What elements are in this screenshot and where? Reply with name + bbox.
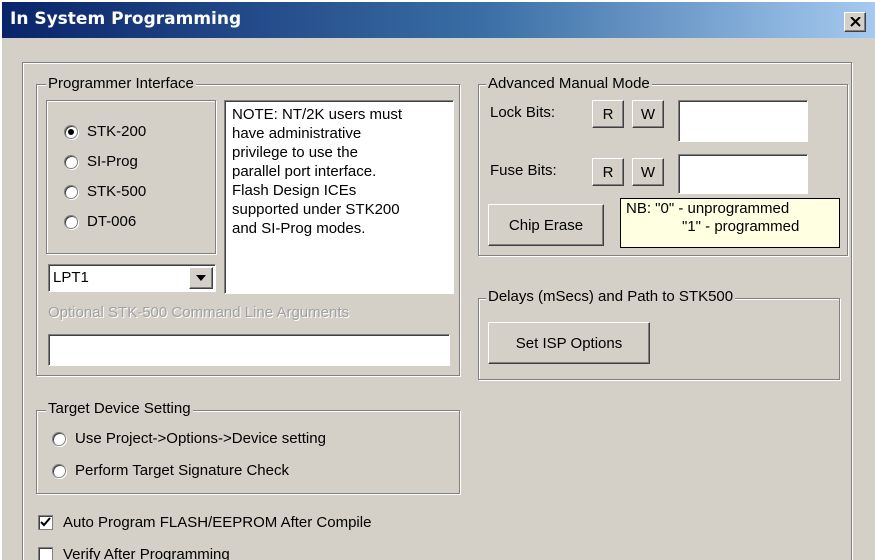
bit-meaning-line: "1" - programmed bbox=[682, 218, 800, 235]
checkbox-label: Auto Program FLASH/EEPROM After Compile bbox=[63, 514, 372, 531]
note-line: and SI-Prog modes. bbox=[232, 220, 366, 237]
bit-meaning-note: NB: "0" - unprogrammed "1" - programmed bbox=[620, 198, 840, 248]
radio-button[interactable] bbox=[64, 214, 78, 229]
checkbox[interactable] bbox=[38, 547, 53, 560]
window-title: In System Programming bbox=[10, 9, 242, 29]
lock-bits-write-button[interactable]: W bbox=[632, 100, 664, 128]
stk500-args-label: Optional STK-500 Command Line Arguments bbox=[48, 304, 349, 321]
radio-label: STK-200 bbox=[87, 123, 147, 140]
close-button[interactable] bbox=[844, 12, 866, 32]
port-select[interactable]: LPT1 bbox=[48, 264, 216, 292]
isp-dialog: In System Programming Programmer Interfa… bbox=[0, 0, 875, 560]
chip-erase-button[interactable]: Chip Erase bbox=[488, 204, 604, 246]
checkbox-auto-program[interactable]: Auto Program FLASH/EEPROM After Compile bbox=[38, 514, 371, 531]
programmer-interface-legend: Programmer Interface bbox=[46, 75, 196, 93]
title-bar[interactable]: In System Programming bbox=[2, 2, 875, 38]
target-device-group bbox=[36, 410, 460, 494]
close-icon bbox=[850, 17, 861, 27]
radio-use-project-device[interactable]: Use Project->Options->Device setting bbox=[52, 430, 326, 447]
radio-button[interactable] bbox=[52, 463, 66, 478]
radio-label: Perform Target Signature Check bbox=[75, 462, 289, 479]
radio-stk200[interactable]: STK-200 bbox=[64, 123, 146, 140]
radio-label: SI-Prog bbox=[87, 153, 138, 170]
radio-button[interactable] bbox=[64, 154, 78, 169]
lock-bits-input[interactable] bbox=[678, 100, 808, 142]
note-line: Flash Design ICEs bbox=[232, 182, 357, 199]
bit-meaning-line: NB: "0" - unprogrammed bbox=[626, 200, 790, 217]
fuse-bits-read-button[interactable]: R bbox=[592, 158, 624, 186]
port-dropdown-button[interactable] bbox=[189, 267, 213, 289]
lock-bits-label: Lock Bits: bbox=[490, 104, 556, 121]
radio-si-prog[interactable]: SI-Prog bbox=[64, 153, 138, 170]
radio-button[interactable] bbox=[64, 124, 78, 139]
note-line: parallel port interface. bbox=[232, 163, 377, 180]
radio-target-signature-check[interactable]: Perform Target Signature Check bbox=[52, 462, 289, 479]
radio-button[interactable] bbox=[52, 431, 66, 446]
radio-label: DT-006 bbox=[87, 213, 137, 230]
radio-label: STK-500 bbox=[87, 183, 147, 200]
fuse-bits-input[interactable] bbox=[678, 154, 808, 194]
fuse-bits-label: Fuse Bits: bbox=[490, 162, 557, 179]
target-device-legend: Target Device Setting bbox=[46, 400, 193, 418]
radio-dt006[interactable]: DT-006 bbox=[64, 213, 136, 230]
note-line: supported under STK200 bbox=[232, 201, 400, 218]
note-line: privilege to use the bbox=[232, 144, 358, 161]
note-text: NOTE: NT/2K users must have administrati… bbox=[228, 103, 406, 240]
checkbox[interactable] bbox=[38, 515, 53, 530]
port-select-value: LPT1 bbox=[53, 269, 89, 286]
chevron-down-icon bbox=[196, 275, 206, 281]
note-line: NOTE: NT/2K users must bbox=[232, 106, 403, 123]
lock-bits-read-button[interactable]: R bbox=[592, 100, 624, 128]
radio-stk500[interactable]: STK-500 bbox=[64, 183, 146, 200]
fuse-bits-write-button[interactable]: W bbox=[632, 158, 664, 186]
radio-button[interactable] bbox=[64, 184, 78, 199]
radio-label: Use Project->Options->Device setting bbox=[75, 430, 326, 447]
checkbox-label: Verify After Programming bbox=[63, 546, 230, 560]
note-line: have administrative bbox=[232, 125, 362, 142]
checkbox-verify-after-programming[interactable]: Verify After Programming bbox=[38, 546, 230, 560]
checkmark-icon bbox=[40, 517, 51, 527]
delays-legend: Delays (mSecs) and Path to STK500 bbox=[486, 288, 736, 306]
stk500-args-input[interactable] bbox=[48, 334, 450, 366]
advanced-manual-mode-legend: Advanced Manual Mode bbox=[486, 75, 652, 93]
set-isp-options-button[interactable]: Set ISP Options bbox=[488, 322, 650, 364]
